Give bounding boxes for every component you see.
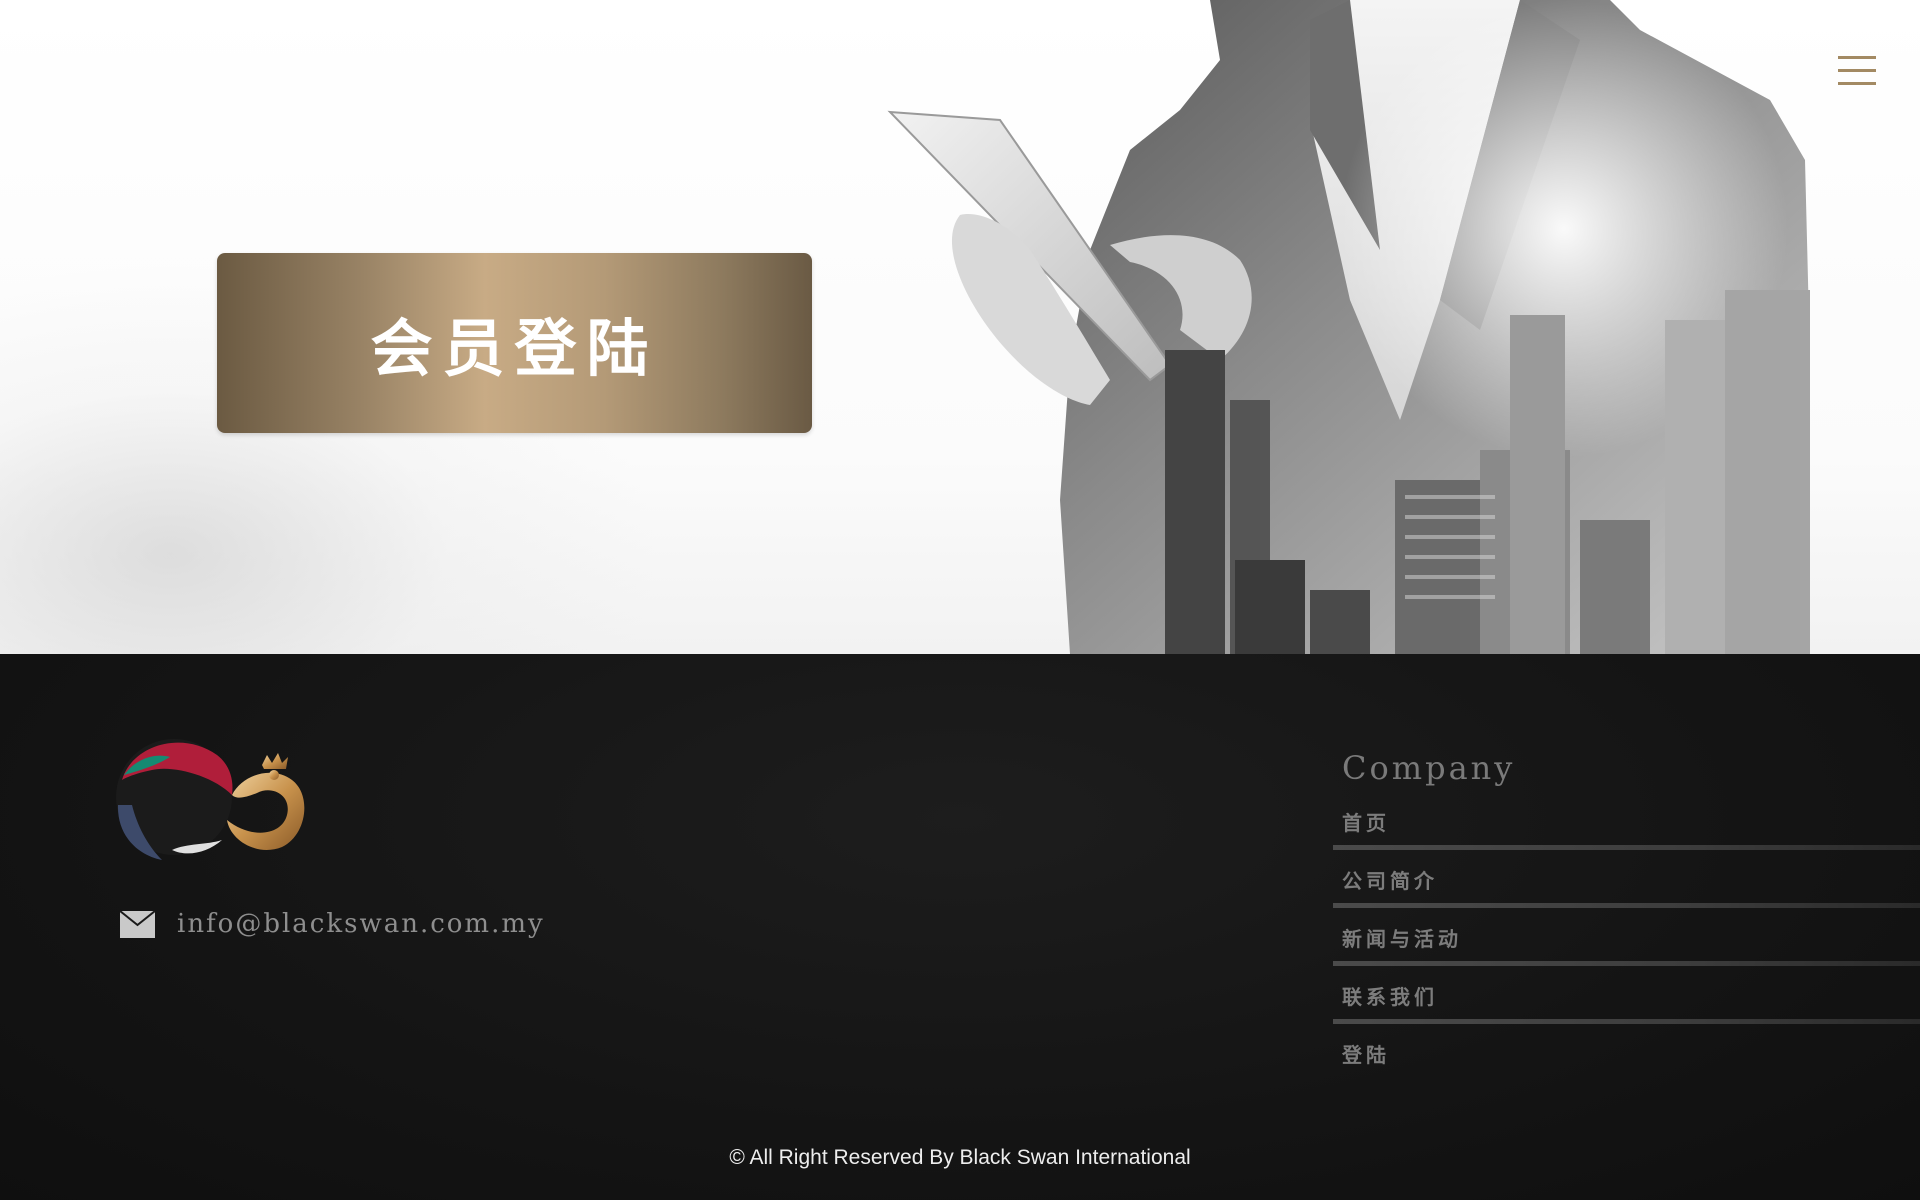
hero-section: 会员登陆 bbox=[0, 0, 1920, 654]
email-row[interactable]: info@blackswan.com.my bbox=[120, 909, 545, 939]
copyright-text: © All Right Reserved By Black Swan Inter… bbox=[729, 1146, 1191, 1169]
footer-link-news[interactable]: 新闻与活动 bbox=[1333, 908, 1920, 966]
company-title: Company bbox=[1342, 749, 1516, 787]
footer-link-contact[interactable]: 联系我们 bbox=[1333, 966, 1920, 1024]
hamburger-menu-icon[interactable] bbox=[1838, 56, 1876, 88]
footer-link-about[interactable]: 公司简介 bbox=[1333, 850, 1920, 908]
company-links: 首页 公司简介 新闻与活动 联系我们 登陆 bbox=[1333, 792, 1920, 1082]
footer-link-home[interactable]: 首页 bbox=[1333, 792, 1920, 850]
black-swan-logo[interactable] bbox=[112, 735, 312, 865]
company-menu: Company 首页 公司简介 新闻与活动 联系我们 登陆 bbox=[1333, 744, 1920, 1082]
mail-icon bbox=[120, 910, 155, 938]
email-link[interactable]: info@blackswan.com.my bbox=[177, 909, 545, 939]
footer-link-login[interactable]: 登陆 bbox=[1333, 1024, 1920, 1082]
member-login-button[interactable]: 会员登陆 bbox=[217, 253, 812, 433]
hero-businessman-image bbox=[880, 0, 1820, 654]
footer: info@blackswan.com.my Company 首页 公司简介 新闻… bbox=[0, 654, 1920, 1200]
